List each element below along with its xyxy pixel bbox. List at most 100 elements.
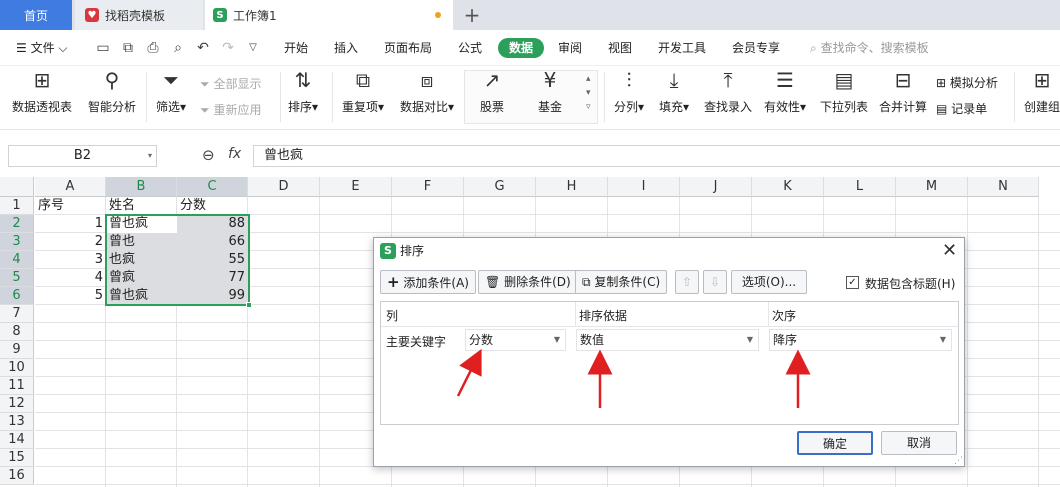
create-group-icon: ⊞: [1033, 68, 1051, 92]
redo-icon[interactable]: ↷: [220, 40, 236, 56]
row-header[interactable]: 12: [0, 395, 34, 413]
column-header[interactable]: G: [464, 177, 536, 197]
column-header[interactable]: D: [248, 177, 320, 197]
smart-analysis-button[interactable]: ⚲ 智能分析: [88, 68, 136, 115]
lookup-entry-button[interactable]: ⤒ 查找录入: [704, 68, 752, 115]
export-icon[interactable]: ⧉: [120, 40, 136, 56]
fill-handle[interactable]: [246, 302, 252, 308]
lookup-entry-icon: ⤒: [723, 68, 733, 92]
create-group-button[interactable]: ⊞ 创建组: [1024, 68, 1060, 115]
column-header[interactable]: B: [106, 177, 177, 197]
cell[interactable]: 分数: [177, 197, 248, 215]
tab-template[interactable]: ♥ 找稻壳模板: [75, 0, 203, 30]
column-header[interactable]: M: [896, 177, 968, 197]
stock-button[interactable]: ↗ 股票: [480, 68, 504, 115]
row-header[interactable]: 10: [0, 359, 34, 377]
split-column-label: 分列: [614, 100, 639, 114]
print-preview-icon[interactable]: ⌕: [170, 40, 186, 56]
spreadsheet-logo-icon: S: [213, 8, 227, 22]
fill-button[interactable]: ⤓ 填充▾: [659, 68, 689, 115]
row-header[interactable]: 14: [0, 431, 34, 449]
consolidate-button[interactable]: ⊟ 合并计算: [879, 68, 927, 115]
duplicates-button[interactable]: ⧉ 重复项▾: [342, 68, 384, 115]
new-tab-plus-icon[interactable]: +: [460, 0, 484, 30]
split-column-button[interactable]: ⫶ 分列▾: [614, 68, 644, 115]
column-header[interactable]: N: [968, 177, 1039, 197]
save-icon[interactable]: ▭: [95, 40, 111, 56]
selection-border: [105, 214, 250, 306]
cell[interactable]: 姓名: [106, 197, 177, 215]
name-box[interactable]: B2 ▾: [8, 145, 157, 167]
sort-icon: ⇅: [294, 68, 312, 92]
row-header[interactable]: 7: [0, 305, 34, 323]
menu-review[interactable]: 审阅: [554, 38, 586, 58]
dropdown-list-button[interactable]: ▤ 下拉列表: [820, 68, 868, 115]
cell[interactable]: 2: [35, 233, 106, 251]
filter-button[interactable]: ⏷ 筛选▾: [156, 68, 186, 115]
row-header[interactable]: 1: [0, 197, 34, 215]
column-header[interactable]: F: [392, 177, 464, 197]
reapply-button[interactable]: ⏷ 重新应用: [200, 101, 261, 118]
column-header[interactable]: J: [680, 177, 752, 197]
tab-workbook-label: 工作簿1: [233, 8, 277, 23]
menu-start[interactable]: 开始: [280, 38, 312, 58]
menu-data[interactable]: 数据: [498, 38, 545, 58]
sort-button[interactable]: ⇅ 排序▾: [288, 68, 318, 115]
menu-formula[interactable]: 公式: [454, 38, 486, 58]
column-header[interactable]: L: [824, 177, 896, 197]
formula-input[interactable]: 曾也疯: [253, 145, 1060, 167]
command-search[interactable]: ⌕ 查找命令、搜索模板: [806, 38, 933, 58]
record-form-button[interactable]: ▤ 记录单: [936, 100, 987, 117]
function-icon[interactable]: fx: [228, 146, 241, 162]
row-header[interactable]: 15: [0, 449, 34, 467]
what-if-analysis-button[interactable]: ⊞ 模拟分析: [936, 74, 998, 91]
tab-workbook[interactable]: S 工作簿1: [205, 0, 453, 30]
menu-insert[interactable]: 插入: [330, 38, 362, 58]
row-header[interactable]: 16: [0, 467, 34, 485]
cell[interactable]: 序号: [35, 197, 106, 215]
show-all-button[interactable]: ⏷ 全部显示: [200, 75, 261, 92]
row-header[interactable]: 5: [0, 269, 34, 287]
quick-access-dropdown-icon[interactable]: ▽: [245, 40, 261, 56]
cell[interactable]: 4: [35, 269, 106, 287]
menu-member[interactable]: 会员专享: [728, 38, 784, 58]
record-form-label: 记录单: [951, 102, 988, 116]
tab-home[interactable]: 首页: [0, 0, 72, 30]
column-header[interactable]: I: [608, 177, 680, 197]
column-header[interactable]: H: [536, 177, 608, 197]
fund-button[interactable]: ¥ 基金: [538, 68, 562, 115]
widget-scroll-arrows-icon[interactable]: ▴ ▾ ▿: [586, 72, 591, 114]
file-menu[interactable]: ☰ 文件 ⌵: [12, 38, 72, 58]
menu-page-layout[interactable]: 页面布局: [380, 38, 436, 58]
duplicates-label: 重复项: [342, 100, 379, 114]
row-header[interactable]: 13: [0, 413, 34, 431]
name-box-dropdown-icon[interactable]: ▾: [148, 146, 152, 166]
print-icon[interactable]: ⎙: [145, 40, 161, 56]
menu-developer[interactable]: 开发工具: [654, 38, 710, 58]
unsaved-dot-icon: [435, 12, 441, 18]
row-header[interactable]: 2: [0, 215, 34, 233]
row-header[interactable]: 8: [0, 323, 34, 341]
zoom-search-icon[interactable]: ⊖: [202, 146, 215, 164]
row-header[interactable]: 6: [0, 287, 34, 305]
column-header[interactable]: A: [35, 177, 106, 197]
row-header[interactable]: 9: [0, 341, 34, 359]
row-header[interactable]: 11: [0, 377, 34, 395]
menu-view[interactable]: 视图: [604, 38, 636, 58]
row-header[interactable]: 3: [0, 233, 34, 251]
annotation-arrows: [456, 348, 811, 408]
cell[interactable]: 1: [35, 215, 106, 233]
cell[interactable]: 5: [35, 287, 106, 305]
cell[interactable]: 3: [35, 251, 106, 269]
select-all-corner[interactable]: [0, 177, 34, 197]
validity-button[interactable]: ☰ 有效性▾: [764, 68, 806, 115]
pivot-table-button[interactable]: ⊞ 数据透视表: [12, 68, 72, 115]
data-compare-button[interactable]: ⧈ 数据对比▾: [400, 68, 454, 115]
column-header[interactable]: K: [752, 177, 824, 197]
undo-icon[interactable]: ↶: [195, 40, 211, 56]
consolidate-icon: ⊟: [894, 68, 912, 92]
column-header[interactable]: C: [177, 177, 248, 197]
dropdown-list-icon: ▤: [834, 68, 854, 92]
column-header[interactable]: E: [320, 177, 392, 197]
row-header[interactable]: 4: [0, 251, 34, 269]
